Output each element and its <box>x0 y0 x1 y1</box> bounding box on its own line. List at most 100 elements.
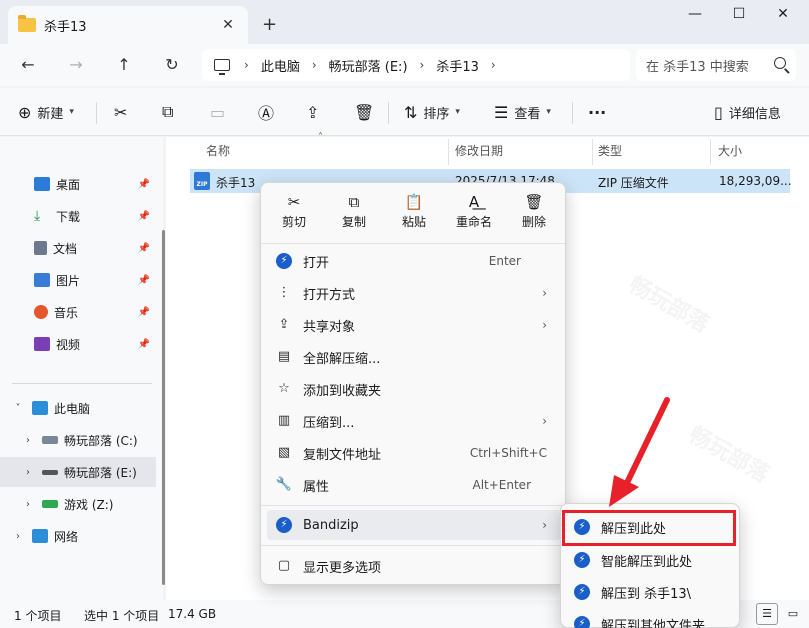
refresh-button[interactable]: ↻ <box>160 53 184 77</box>
details-pane-button[interactable]: ▯ 详细信息 <box>714 100 781 124</box>
menu-item-add-favorites[interactable]: ☆ 添加到收藏夹 <box>267 374 561 404</box>
sidebar-item-label: 游戏 (Z:) <box>64 497 114 512</box>
sidebar-item-drive-e[interactable]: › 畅玩部落 (E:) <box>0 457 156 487</box>
share-button[interactable]: ⇪ <box>306 100 325 124</box>
menu-item-compress-to[interactable]: ▥ 压缩到... › <box>267 406 561 436</box>
address-bar[interactable]: › 此电脑 › 畅玩部落 (E:) › 杀手13 › <box>202 49 630 81</box>
menu-item-open-with[interactable]: ⋮ 打开方式 › <box>267 278 561 308</box>
menu-item-extract-all[interactable]: ▤ 全部解压缩... <box>267 342 561 372</box>
sidebar-item-downloads[interactable]: ⤓ 下载 📌 <box>0 201 156 231</box>
pin-icon: 📌 <box>137 210 150 222</box>
copy-icon: ⧉ <box>348 193 360 211</box>
star-icon: ☆ <box>278 381 290 396</box>
menu-item-show-more[interactable]: ▢ 显示更多选项 <box>267 551 561 581</box>
close-window-button[interactable]: ✕ <box>768 6 798 22</box>
sidebar-item-videos[interactable]: 视频 📌 <box>0 329 156 359</box>
paste-button[interactable]: ▭ <box>210 100 231 124</box>
sort-button[interactable]: ⇅ 排序 ▾ <box>404 100 460 124</box>
download-icon: ⤓ <box>34 208 41 224</box>
delete-button[interactable]: 🗑 <box>354 100 380 124</box>
navigation-bar: ← → ↑ ↻ › 此电脑 › 畅玩部落 (E:) › 杀手13 › 在 杀手1… <box>0 44 809 86</box>
new-label: 新建 <box>37 106 64 122</box>
quick-action-rename[interactable]: A͟ 重命名 <box>449 191 499 237</box>
breadcrumb-folder[interactable]: 杀手13 <box>436 56 479 75</box>
clipboard-icon: ▭ <box>210 102 226 122</box>
context-menu: ✂ 剪切 ⧉ 复制 📋 粘贴 A͟ 重命名 🗑 删除 ⚡ 打开 Enter ⋮ … <box>260 182 566 585</box>
bandizip-icon: ⚡ <box>574 584 590 600</box>
sort-icon: ⇅ <box>404 102 418 122</box>
music-icon <box>34 305 48 319</box>
quick-action-paste[interactable]: 📋 粘贴 <box>389 191 439 237</box>
tab-title: 杀手13 <box>44 19 87 35</box>
view-button[interactable]: ☰ 查看 ▾ <box>494 100 551 124</box>
submenu-item-smart-extract[interactable]: ⚡ 智能解压到此处 <box>565 545 737 575</box>
sidebar-item-label: 文档 <box>53 241 78 256</box>
sidebar-item-desktop[interactable]: 桌面 📌 <box>0 169 156 199</box>
new-button[interactable]: ⊕ 新建 ▾ <box>18 100 74 124</box>
sidebar-scrollbar[interactable] <box>162 230 165 585</box>
watermark: 畅玩部落 <box>684 422 774 488</box>
more-options-icon: ▢ <box>277 558 291 573</box>
cut-button[interactable]: ✂ <box>114 100 133 124</box>
sidebar-item-this-pc[interactable]: ˅ 此电脑 <box>0 393 156 423</box>
minimize-button[interactable]: — <box>680 6 710 22</box>
divider <box>388 102 389 124</box>
sidebar-item-pictures[interactable]: 图片 📌 <box>0 265 156 295</box>
sidebar-item-music[interactable]: 音乐 📌 <box>0 297 156 327</box>
open-with-icon: ⋮ <box>277 285 291 300</box>
column-divider[interactable] <box>710 139 711 165</box>
menu-item-copy-path[interactable]: ▧ 复制文件地址 Ctrl+Shift+C <box>267 438 561 468</box>
sidebar-item-network[interactable]: › 网络 <box>0 521 156 551</box>
menu-item-label: 复制文件地址 <box>303 447 382 463</box>
back-button[interactable]: ← <box>16 53 40 77</box>
details-pane-icon: ▯ <box>714 102 723 122</box>
chevron-down-icon: ▾ <box>69 107 74 117</box>
pin-icon: 📌 <box>137 178 150 190</box>
tab-close-icon[interactable]: ✕ <box>218 17 238 33</box>
submenu-item-extract-to-folder[interactable]: ⚡ 解压到 杀手13\ <box>565 577 737 607</box>
column-header-modified[interactable]: 修改日期 <box>455 142 503 159</box>
tab-current[interactable]: 杀手13 ✕ <box>8 6 248 44</box>
tiles-view-button[interactable]: ▭ <box>782 603 804 625</box>
menu-item-properties[interactable]: 🔧 属性 Alt+Enter <box>267 470 561 500</box>
up-button[interactable]: ↑ <box>112 53 136 77</box>
search-input[interactable]: 在 杀手13 中搜索 <box>636 49 796 81</box>
menu-item-share[interactable]: ⇪ 共享对象 › <box>267 310 561 340</box>
column-header-type[interactable]: 类型 <box>598 142 622 159</box>
submenu-item-extract-other[interactable]: ⚡ 解压到其他文件夹... <box>565 609 737 628</box>
chevron-down-icon: ▾ <box>546 107 551 117</box>
sidebar-item-drive-z[interactable]: › 游戏 (Z:) <box>0 489 156 519</box>
column-header-size[interactable]: 大小 <box>718 142 742 159</box>
share-icon: ⇪ <box>306 102 320 122</box>
quick-action-copy[interactable]: ⧉ 复制 <box>329 191 379 237</box>
breadcrumb-drive-e[interactable]: 畅玩部落 (E:) <box>329 56 408 75</box>
details-view-button[interactable]: ☰ <box>756 603 778 625</box>
zip-file-icon: ZIP <box>194 172 210 190</box>
menu-item-shortcut: Ctrl+Shift+C <box>469 446 547 460</box>
copy-button[interactable]: ⧉ <box>162 100 179 124</box>
column-header-name[interactable]: 名称 <box>206 142 230 159</box>
menu-item-label: 属性 <box>303 479 330 495</box>
breadcrumb-separator: › <box>419 58 425 72</box>
sidebar-item-documents[interactable]: 文档 📌 <box>0 233 156 263</box>
menu-item-shortcut: Alt+Enter <box>472 478 531 492</box>
quick-action-cut[interactable]: ✂ 剪切 <box>269 191 319 237</box>
chevron-right-icon: › <box>26 466 30 478</box>
rename-button[interactable]: Ⓐ <box>258 100 280 124</box>
menu-item-bandizip[interactable]: ⚡ Bandizip › <box>267 510 561 540</box>
forward-button[interactable]: → <box>64 53 88 77</box>
sidebar-item-drive-c[interactable]: › 畅玩部落 (C:) <box>0 425 156 455</box>
column-divider[interactable] <box>592 139 593 165</box>
quick-action-delete[interactable]: 🗑 删除 <box>509 191 559 237</box>
column-divider[interactable] <box>448 139 449 165</box>
breadcrumb-this-pc[interactable]: 此电脑 <box>261 56 300 75</box>
more-options-button[interactable]: ··· <box>588 100 606 124</box>
maximize-button[interactable]: ☐ <box>724 6 754 22</box>
chevron-right-icon: › <box>26 498 30 510</box>
chevron-right-icon: › <box>542 286 547 300</box>
search-icon <box>774 57 786 69</box>
chevron-right-icon: › <box>26 434 30 446</box>
new-tab-button[interactable]: + <box>262 14 277 35</box>
menu-item-open[interactable]: ⚡ 打开 Enter <box>267 246 561 276</box>
pin-icon: 📌 <box>137 274 150 286</box>
